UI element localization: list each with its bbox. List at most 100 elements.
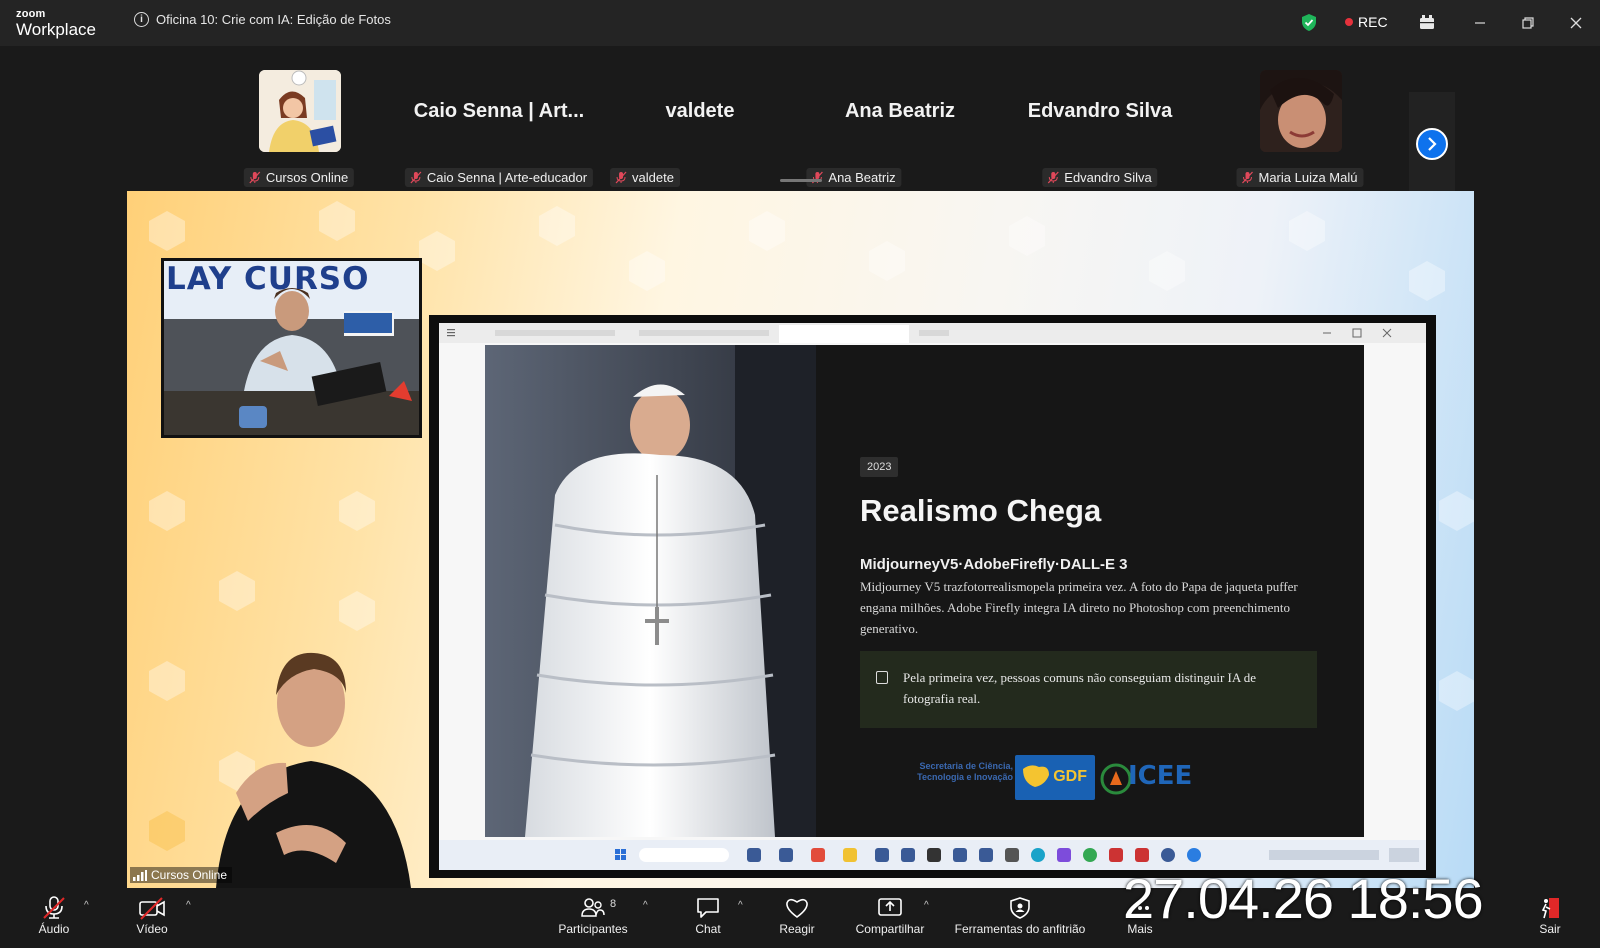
participant-tag-text: Caio Senna | Arte-educador: [426, 170, 588, 185]
share-screen-button[interactable]: Compartilhar: [850, 896, 930, 946]
participant-display-name: Ana Beatriz: [844, 100, 956, 122]
participant-tile-valdete[interactable]: valdete valdete: [605, 70, 795, 187]
mic-muted-icon: [410, 171, 422, 184]
meeting-title[interactable]: i Oficina 10: Crie com IA: Edição de Fot…: [134, 12, 391, 27]
video-button[interactable]: Vídeo: [128, 896, 176, 946]
slide-subtitle: MidjourneyV5·AdobeFirefly·DALL-E 3: [860, 556, 1128, 573]
participant-name-tag: Caio Senna | Arte-educador: [404, 168, 594, 187]
pope-puffer-jacket-image: [485, 345, 816, 837]
close-icon[interactable]: [1566, 13, 1586, 33]
video-off-icon: [139, 897, 165, 920]
participant-name-tag: Maria Luiza Malú: [1236, 168, 1364, 187]
shared-screen: LAY CURSO Cursos Online 2023 Realismo Ch…: [127, 191, 1474, 888]
audio-label: Áudio: [38, 922, 70, 936]
leave-label: Sair: [1539, 922, 1561, 936]
title-bar: zoom Workplace i Oficina 10: Crie com IA…: [0, 0, 1600, 46]
zoom-workplace-logo: zoom Workplace: [16, 8, 96, 39]
restore-icon[interactable]: [1518, 13, 1538, 33]
chat-options-caret-icon[interactable]: ^: [738, 900, 743, 911]
participants-button[interactable]: Participantes: [555, 896, 631, 946]
host-tools-label: Ferramentas do anfitrião: [954, 922, 1086, 936]
browser-controls-icon: [1323, 328, 1392, 338]
note-icon: [876, 671, 888, 684]
instructor-camera-feed: LAY CURSO: [161, 258, 422, 438]
next-participants-button[interactable]: [1409, 92, 1455, 200]
participant-strip: Cursos Online Caio Senna | Art... Caio S…: [0, 46, 1600, 200]
slide-note-box: Pela primeira vez, pessoas comuns não co…: [860, 651, 1317, 728]
participant-name-tag: Cursos Online: [243, 168, 355, 187]
participant-tile-cursos-online[interactable]: Cursos Online: [204, 70, 394, 187]
participant-tag-text: Edvandro Silva: [1064, 170, 1152, 185]
browser-window: 2023 Realismo Chega MidjourneyV5·AdobeFi…: [439, 323, 1426, 870]
camera-label-text: Cursos Online: [151, 868, 228, 882]
slide-logos: Secretaria de Ciência, Tecnologia e Inov…: [903, 755, 1263, 805]
participant-display-name: Edvandro Silva: [1027, 100, 1173, 122]
participant-name-tag: Edvandro Silva: [1042, 168, 1158, 187]
mic-muted-icon: [249, 171, 261, 184]
presentation-slide: 2023 Realismo Chega MidjourneyV5·AdobeFi…: [485, 345, 1364, 837]
share-options-caret-icon[interactable]: ^: [924, 900, 929, 911]
mic-muted-icon: [811, 171, 823, 184]
audio-options-caret-icon[interactable]: ^: [84, 900, 89, 911]
camera-banner-text: LAY CURSO: [166, 261, 370, 297]
participant-photo: [1260, 70, 1342, 152]
participants-options-caret-icon[interactable]: ^: [643, 900, 648, 911]
rec-label: REC: [1358, 14, 1388, 30]
recording-indicator[interactable]: REC: [1345, 14, 1388, 30]
minimize-icon[interactable]: [1470, 13, 1490, 33]
slide-body-text: Midjourney V5 trazfotorrealismopela prim…: [860, 579, 1298, 636]
logo-workplace-text: Workplace: [16, 20, 96, 39]
gdf-logo: GDF: [1015, 755, 1095, 800]
participants-label: Participantes: [558, 922, 628, 936]
gdf-map-icon: [1023, 765, 1049, 787]
participant-display-name: Caio Senna | Art...: [413, 100, 585, 122]
mic-muted-icon: [43, 896, 65, 919]
signal-bars-icon: [133, 869, 147, 881]
react-button[interactable]: Reagir: [774, 896, 820, 946]
apps-gift-icon[interactable]: [1418, 13, 1436, 31]
encryption-shield-icon[interactable]: [1301, 13, 1317, 32]
participant-name-tag: valdete: [610, 168, 680, 187]
share-screen-icon: [878, 898, 902, 916]
shared-monitor: 2023 Realismo Chega MidjourneyV5·AdobeFi…: [429, 315, 1436, 878]
slide-year-badge: 2023: [860, 457, 899, 477]
participants-count: 8: [610, 898, 617, 910]
interpreter-camera-feed: [196, 643, 426, 888]
host-tools-button[interactable]: Ferramentas do anfitrião: [948, 896, 1092, 946]
host-shield-icon: [1010, 897, 1030, 919]
icee-logo-text: ICEE: [1128, 761, 1193, 791]
chat-button[interactable]: Chat: [688, 896, 728, 946]
participant-tile-edvandro-silva[interactable]: Edvandro Silva Edvandro Silva: [1005, 70, 1195, 187]
camera-name-label: Cursos Online: [130, 867, 233, 883]
info-icon[interactable]: i: [134, 12, 149, 27]
video-options-caret-icon[interactable]: ^: [186, 900, 191, 911]
participant-tag-text: Maria Luiza Malú: [1258, 170, 1358, 185]
strip-page-indicator: [780, 179, 822, 182]
share-label: Compartilhar: [855, 922, 925, 936]
logo-zoom-text: zoom: [16, 8, 46, 20]
chevron-right-icon: [1416, 128, 1448, 160]
rec-dot-icon: [1345, 18, 1353, 26]
mic-muted-icon: [1047, 171, 1059, 184]
chat-label: Chat: [695, 922, 721, 936]
chat-icon: [697, 898, 719, 918]
video-label: Vídeo: [136, 922, 168, 936]
participant-tile-caio-senna[interactable]: Caio Senna | Art... Caio Senna | Arte-ed…: [404, 70, 594, 187]
participant-tag-text: Ana Beatriz: [828, 170, 896, 185]
mic-muted-icon: [1242, 171, 1253, 184]
slide-title: Realismo Chega: [860, 493, 1102, 528]
slide-note-text: Pela primeira vez, pessoas comuns não co…: [903, 670, 1257, 706]
menu-icon: [447, 329, 455, 337]
participant-name-tag: Ana Beatriz: [806, 168, 902, 187]
leave-button[interactable]: Sair: [1533, 896, 1567, 946]
audio-button[interactable]: Áudio: [32, 896, 76, 946]
react-label: Reagir: [779, 922, 815, 936]
mic-muted-icon: [615, 171, 627, 184]
participant-tile-maria-luiza[interactable]: Maria Luiza Malú: [1205, 70, 1395, 187]
participant-tile-ana-beatriz[interactable]: Ana Beatriz Ana Beatriz: [805, 70, 995, 187]
meeting-title-text: Oficina 10: Crie com IA: Edição de Fotos: [156, 12, 391, 27]
secretaria-logo-text: Secretaria de Ciência, Tecnologia e Inov…: [917, 761, 1013, 782]
participants-icon: [581, 898, 605, 917]
overlay-timestamp: 27.04.26 18:56: [1123, 867, 1484, 930]
browser-tab-bar: [439, 323, 1426, 343]
